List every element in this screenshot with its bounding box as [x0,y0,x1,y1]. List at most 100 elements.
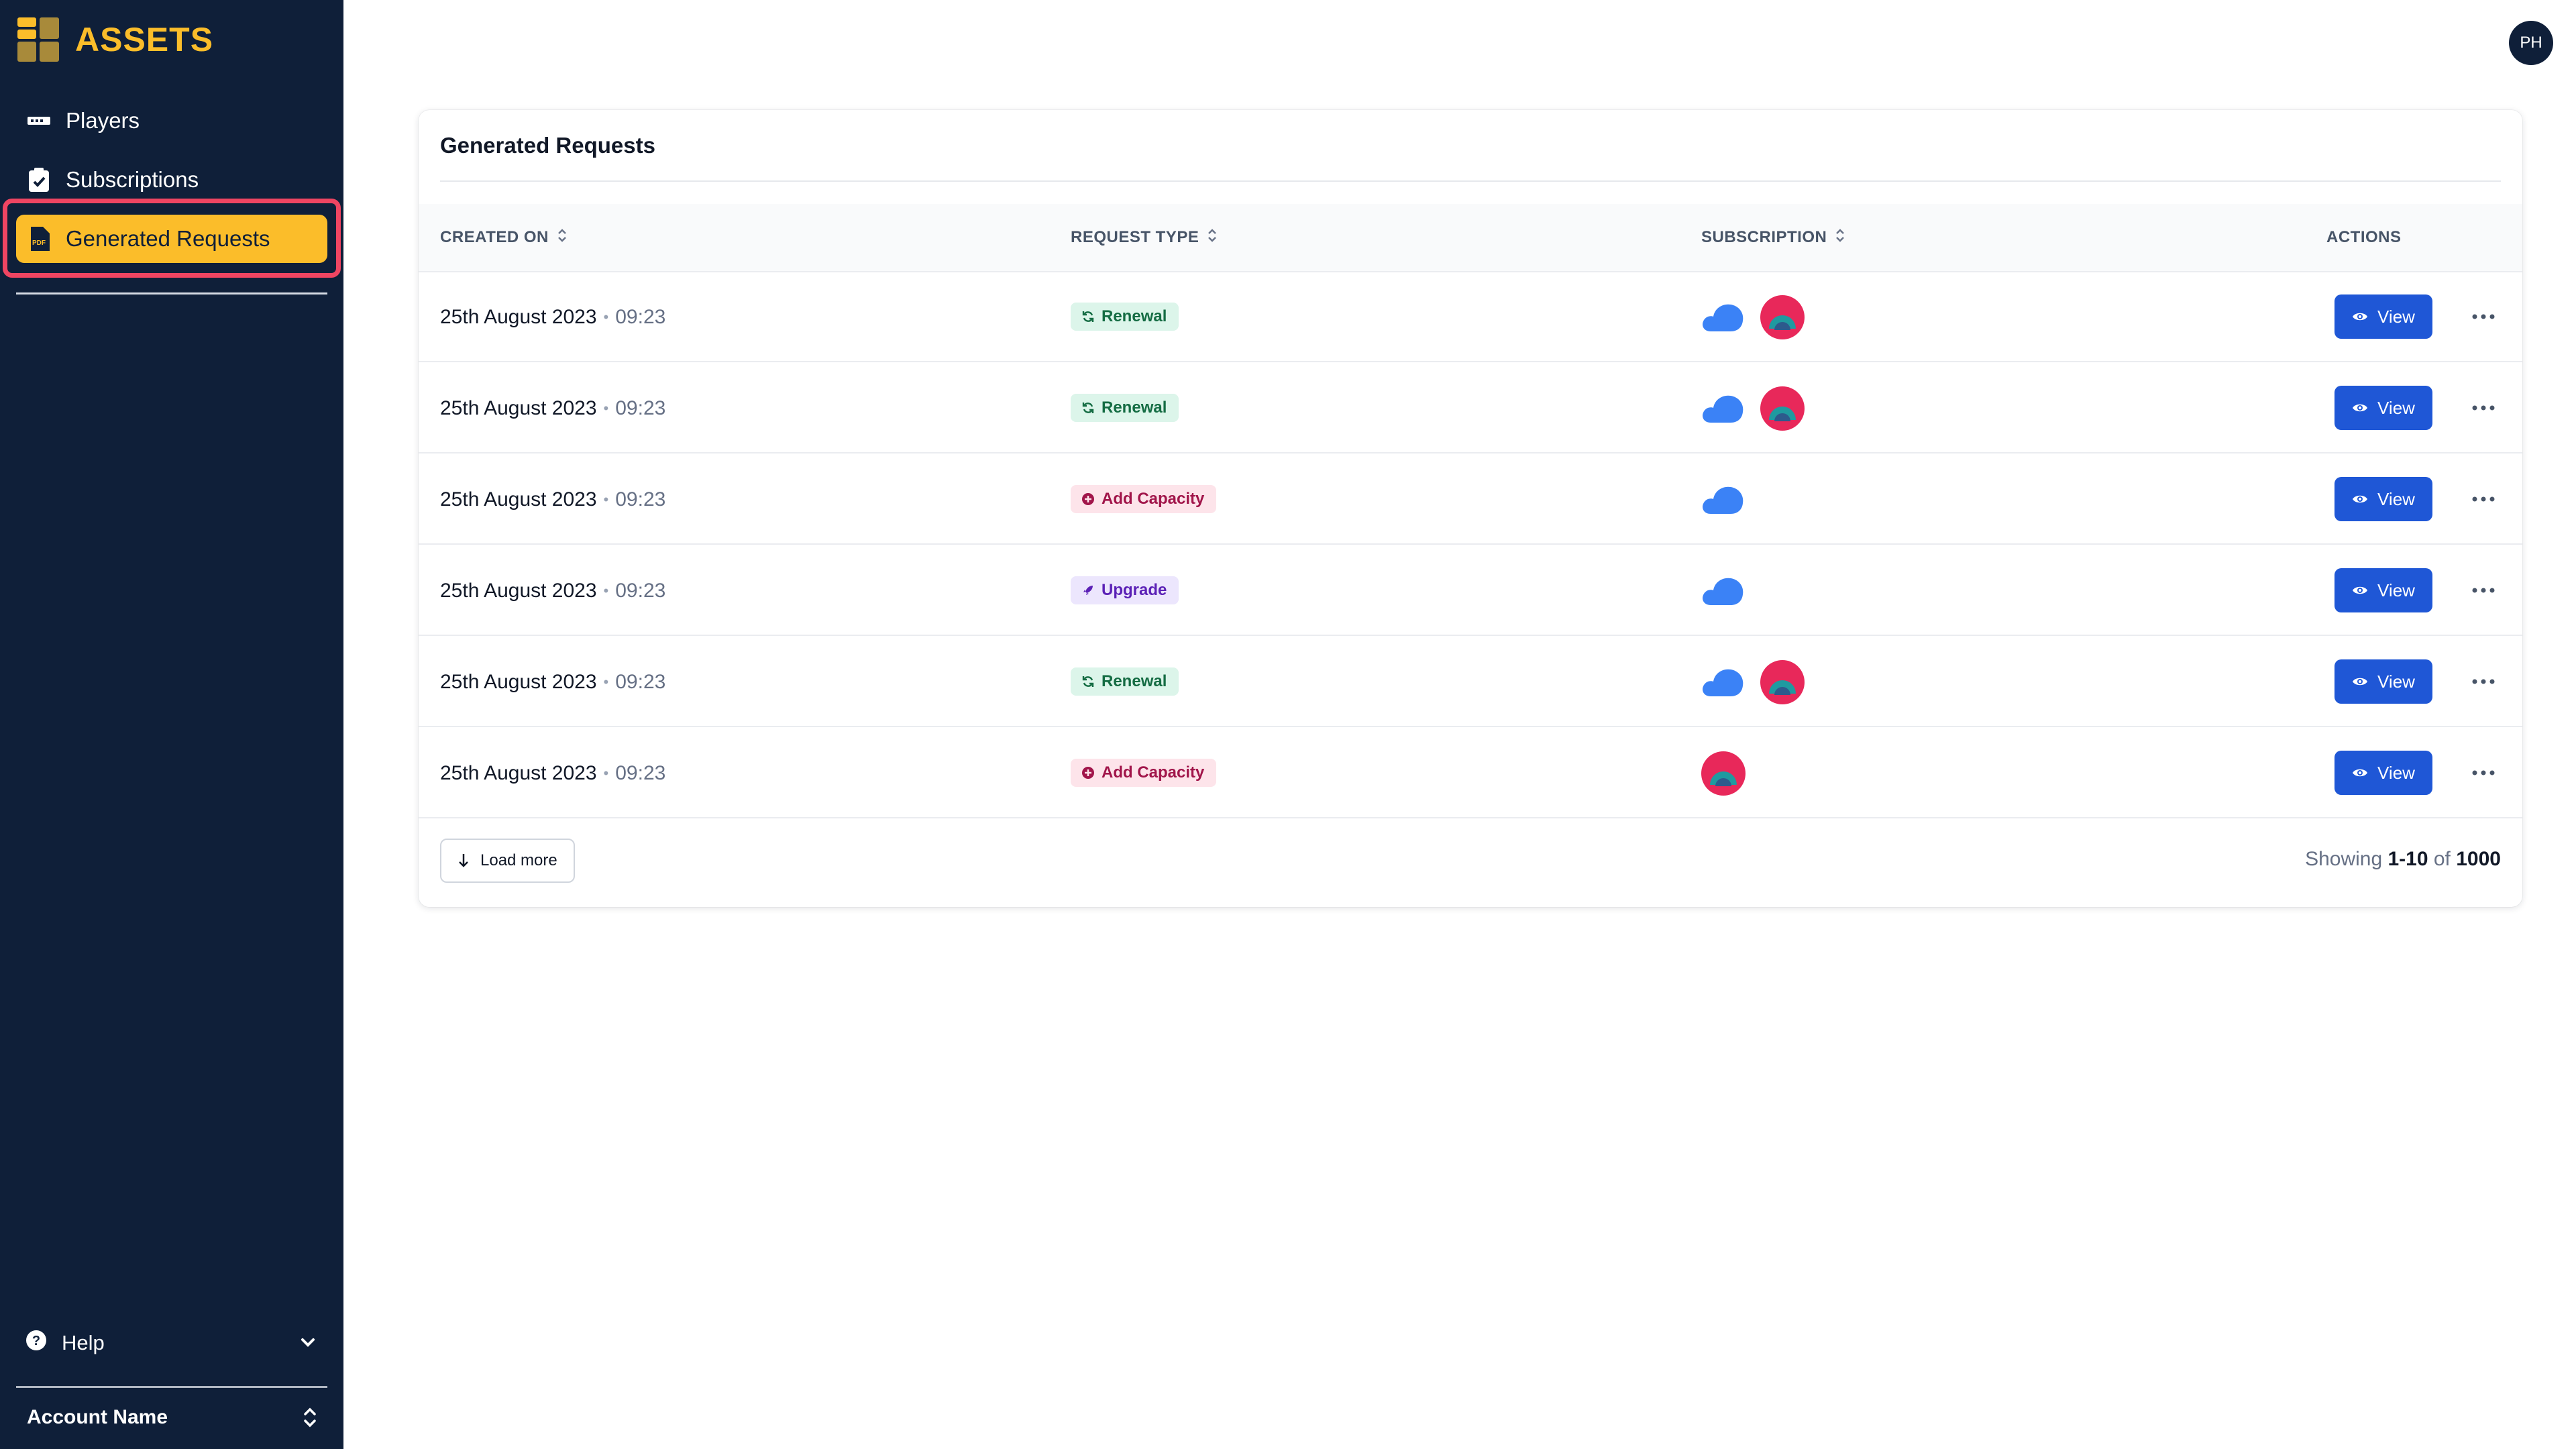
eye-icon [2352,584,2368,596]
rainbow-logo-icon[interactable] [1760,386,1805,431]
created-time: 09:23 [615,580,666,602]
table-row[interactable]: 25th August 2023 • 09:23 Renewal View [419,637,2522,727]
page-title: Generated Requests [440,133,655,158]
brand-label: ASSETS [75,21,214,58]
more-actions-button[interactable] [2465,390,2502,425]
view-button[interactable]: View [2334,386,2432,430]
plus-circle-icon [1081,766,1095,780]
created-time: 09:23 [615,671,666,693]
table-row[interactable]: 25th August 2023 • 09:23 Renewal View [419,272,2522,362]
refresh-icon [1081,401,1095,415]
column-header-request-type[interactable]: REQUEST TYPE [1071,204,1218,271]
request-type-badge: Add Capacity [1071,759,1217,787]
cloud-icon[interactable] [1701,569,1746,613]
more-actions-button[interactable] [2465,482,2502,517]
generated-requests-card: Generated Requests CREATED ON REQUEST TY… [419,110,2522,907]
cloud-icon[interactable] [1701,386,1746,431]
view-label: View [2377,488,2415,509]
eye-icon [2352,676,2368,688]
active-item-highlight [3,199,341,278]
created-date: 25th August 2023 [440,306,597,328]
separator-dot: • [603,582,609,599]
created-date: 25th August 2023 [440,580,597,602]
sidebar-item-players[interactable]: Players [16,97,327,145]
table-row[interactable]: 25th August 2023 • 09:23 Upgrade View [419,546,2522,636]
load-more-button[interactable]: Load more [440,839,575,883]
view-button[interactable]: View [2334,751,2432,795]
view-button[interactable]: View [2334,568,2432,612]
request-type-label: Renewal [1102,672,1167,690]
table-row[interactable]: 25th August 2023 • 09:23 Add Capacity Vi… [419,455,2522,545]
sort-icon [1207,227,1218,249]
sidebar-item-label: Players [66,108,140,133]
created-time: 09:23 [615,397,666,419]
created-on-cell: 25th August 2023 • 09:23 [440,546,665,636]
rainbow-logo-icon[interactable] [1760,295,1805,339]
rainbow-logo-icon[interactable] [1760,660,1805,704]
account-name: Account Name [27,1406,168,1428]
created-on-cell: 25th August 2023 • 09:23 [440,364,665,453]
request-type-label: Renewal [1102,398,1167,417]
svg-text:?: ? [32,1334,40,1348]
rocket-icon [1081,584,1095,597]
more-actions-button[interactable] [2465,573,2502,608]
sort-icon [1835,227,1845,249]
ellipsis-icon [2472,314,2495,319]
ellipsis-icon [2472,405,2495,411]
created-date: 25th August 2023 [440,671,597,693]
eye-icon [2352,493,2368,505]
column-header-subscription[interactable]: SUBSCRIPTION [1701,204,1845,271]
column-header-created-on[interactable]: CREATED ON [440,204,568,271]
title-divider [440,180,2501,182]
sidebar-item-subscriptions[interactable]: Subscriptions [16,156,327,204]
sidebar-divider [16,292,327,294]
view-label: View [2377,580,2415,600]
column-label: REQUEST TYPE [1071,228,1199,246]
created-time: 09:23 [615,488,666,511]
created-time: 09:23 [615,306,666,328]
avatar[interactable]: PH [2509,21,2553,65]
subscription-cell [1701,637,1819,727]
showing-total: 1000 [2456,848,2501,870]
view-label: View [2377,306,2415,327]
eye-icon [2352,402,2368,414]
request-type-badge: Renewal [1071,667,1179,696]
view-label: View [2377,397,2415,418]
sort-icon [557,227,568,249]
column-label: ACTIONS [2326,228,2402,246]
request-type-label: Add Capacity [1102,490,1205,508]
created-time: 09:23 [615,762,666,784]
created-on-cell: 25th August 2023 • 09:23 [440,637,665,727]
request-type-label: Upgrade [1102,581,1167,599]
cloud-icon[interactable] [1701,295,1746,339]
subscription-cell [1701,455,1760,545]
column-label: CREATED ON [440,228,549,246]
more-actions-button[interactable] [2465,664,2502,699]
column-header-actions: ACTIONS [2326,204,2402,271]
chevron-up-down-icon [302,1406,318,1434]
sidebar: ASSETS Players Subscriptions PDF Generat… [0,0,343,1449]
more-actions-button[interactable] [2465,755,2502,790]
cloud-icon[interactable] [1701,660,1746,704]
sidebar-item-label: Subscriptions [66,167,199,192]
account-switcher[interactable]: Account Name [16,1386,327,1449]
cloud-icon[interactable] [1701,478,1746,522]
request-type-badge: Upgrade [1071,576,1179,604]
more-actions-button[interactable] [2465,299,2502,334]
showing-range: 1-10 [2387,848,2428,870]
view-button[interactable]: View [2334,294,2432,339]
column-label: SUBSCRIPTION [1701,228,1827,246]
brand[interactable]: ASSETS [17,17,213,62]
view-button[interactable]: View [2334,659,2432,704]
table-row[interactable]: 25th August 2023 • 09:23 Renewal View [419,364,2522,453]
help-label: Help [62,1331,105,1354]
separator-dot: • [603,309,609,325]
view-button[interactable]: View [2334,477,2432,521]
showing-of: of [2433,848,2451,870]
separator-dot: • [603,400,609,417]
rainbow-logo-icon[interactable] [1701,751,1746,796]
table-row[interactable]: 25th August 2023 • 09:23 Add Capacity Vi… [419,729,2522,818]
arrow-down-icon [458,853,470,869]
separator-dot: • [603,491,609,508]
help-menu[interactable]: ? Help [16,1319,327,1367]
